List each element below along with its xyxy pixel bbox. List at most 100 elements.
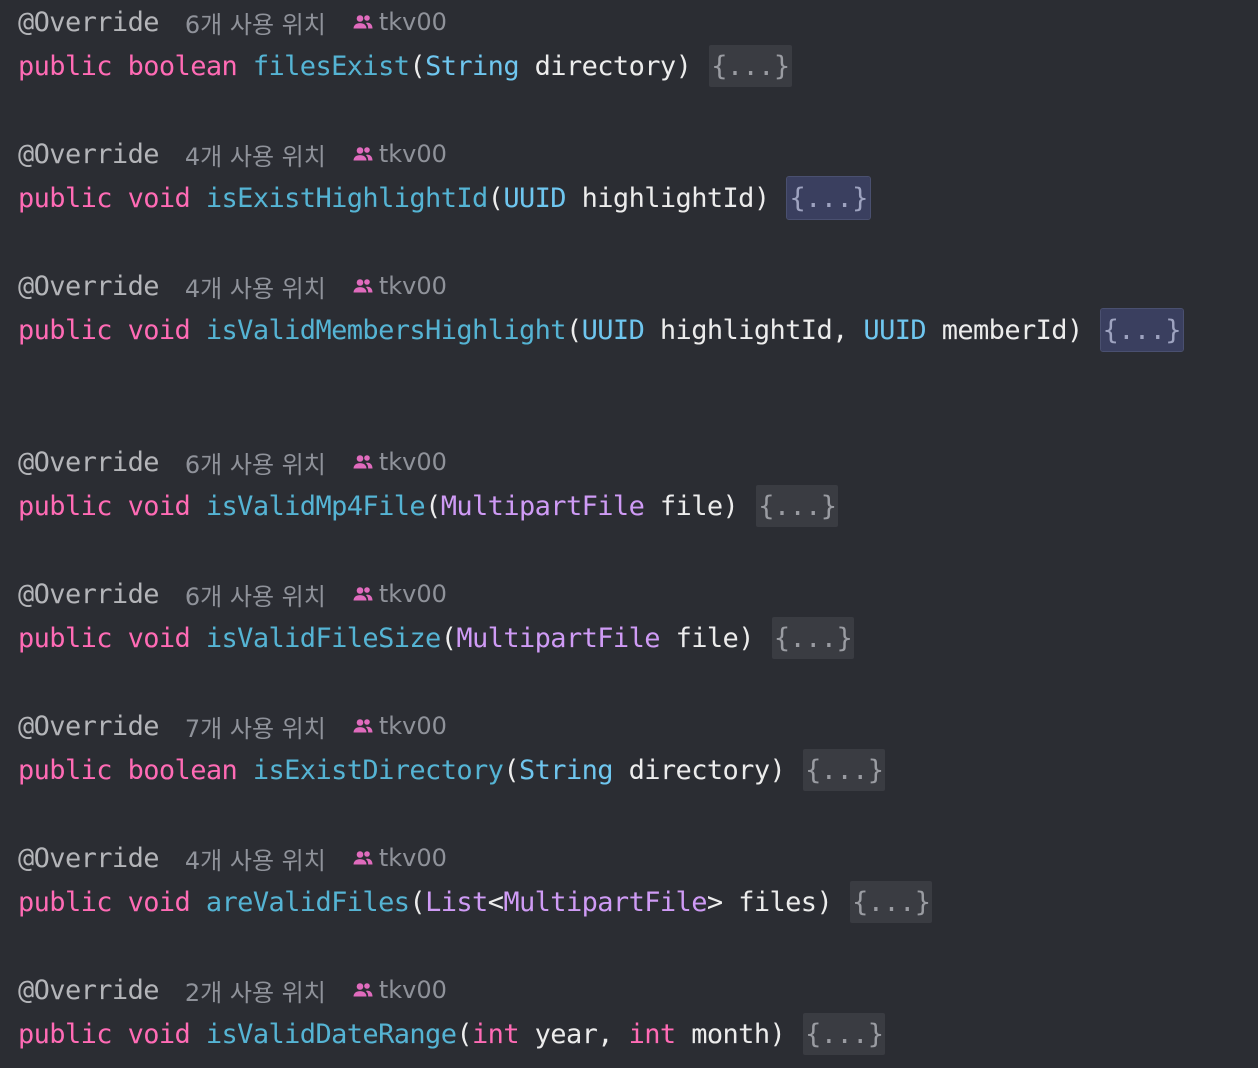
param-type: UUID	[581, 314, 645, 346]
param-separator: ,	[832, 314, 864, 346]
method-signature: public boolean filesExist(String directo…	[18, 44, 792, 88]
author-hint[interactable]: tkv00	[352, 712, 447, 740]
method-name[interactable]: isValidFileSize	[206, 623, 441, 654]
annotation-line: @Override 4개 사용 위치 tkv00	[18, 132, 447, 176]
folded-body[interactable]: {...}	[709, 45, 792, 87]
open-paren: (	[456, 1018, 473, 1050]
folded-body[interactable]: {...}	[786, 176, 871, 220]
usage-count-hint[interactable]: 2개 사용 위치	[185, 973, 326, 1008]
usage-count-hint[interactable]: 4개 사용 위치	[185, 137, 326, 172]
close-paren: )	[675, 50, 692, 82]
author-hint[interactable]: tkv00	[352, 976, 447, 1004]
param-name: highlightId	[659, 314, 833, 346]
people-icon	[352, 146, 379, 162]
folded-body[interactable]: {...}	[803, 749, 886, 791]
modifier-keyword: public	[18, 50, 113, 82]
method-signature: public void isValidMembersHighlight(UUID…	[18, 308, 1184, 352]
method-name[interactable]: isValidDateRange	[206, 1019, 457, 1050]
open-paren: (	[440, 622, 457, 654]
annotation-line: @Override 4개 사용 위치 tkv00	[18, 264, 447, 308]
param-type: int	[472, 1018, 520, 1050]
param-type: List	[425, 886, 488, 918]
method-name[interactable]: areValidFiles	[206, 887, 410, 918]
param-type: String	[425, 50, 520, 82]
folded-body[interactable]: {...}	[803, 1013, 886, 1055]
param-type: int	[628, 1018, 677, 1050]
folded-body[interactable]: {...}	[756, 485, 839, 527]
generic-open: <	[487, 886, 504, 918]
return-type: void	[127, 490, 191, 522]
author-hint[interactable]: tkv00	[352, 8, 447, 36]
annotation-line: @Override 6개 사용 위치 tkv00	[18, 0, 447, 44]
close-paren: )	[1066, 314, 1083, 346]
usage-count-hint[interactable]: 4개 사용 위치	[185, 841, 326, 876]
method-name[interactable]: isValidMembersHighlight	[206, 315, 567, 346]
author-name: tkv00	[378, 272, 447, 300]
param-name: year	[534, 1018, 598, 1050]
close-paren: )	[738, 622, 754, 654]
method-name[interactable]: filesExist	[253, 51, 410, 82]
code-editor[interactable]: @Override 6개 사용 위치 tkv00 public boolean fil…	[0, 0, 1258, 1068]
param-name: directory	[534, 50, 677, 82]
modifier-keyword: public	[18, 182, 113, 214]
author-name: tkv00	[378, 140, 447, 168]
usage-count-hint[interactable]: 4개 사용 위치	[185, 269, 326, 304]
author-hint[interactable]: tkv00	[352, 448, 447, 476]
annotation: @Override	[18, 710, 160, 742]
people-icon	[352, 454, 379, 470]
author-name: tkv00	[378, 712, 447, 740]
param-name: file	[675, 622, 739, 654]
usage-count-hint[interactable]: 6개 사용 위치	[185, 445, 326, 480]
method-signature: public void isValidMp4File(MultipartFile…	[18, 484, 839, 528]
param-name: directory	[628, 754, 771, 786]
return-type: boolean	[127, 754, 238, 786]
usage-count-hint[interactable]: 6개 사용 위치	[185, 5, 326, 40]
usage-count-hint[interactable]: 7개 사용 위치	[185, 709, 326, 744]
author-hint[interactable]: tkv00	[352, 844, 447, 872]
people-icon	[352, 850, 379, 866]
annotation-line: @Override 2개 사용 위치 tkv00	[18, 968, 447, 1012]
folded-body[interactable]: {...}	[1099, 308, 1184, 352]
modifier-keyword: public	[18, 622, 113, 654]
param-name: files	[738, 886, 817, 918]
author-name: tkv00	[378, 580, 447, 608]
method-name[interactable]: isExistDirectory	[253, 755, 504, 786]
param-name: memberId	[941, 314, 1068, 346]
annotation: @Override	[18, 974, 160, 1006]
method-name[interactable]: isExistHighlightId	[206, 183, 488, 214]
open-paren: (	[425, 490, 441, 522]
annotation-line: @Override 4개 사용 위치 tkv00	[18, 836, 447, 880]
method-signature: public boolean isExistDirectory(String d…	[18, 748, 886, 792]
author-hint[interactable]: tkv00	[352, 580, 447, 608]
usage-count-hint[interactable]: 6개 사용 위치	[185, 577, 326, 612]
folded-body[interactable]: {...}	[771, 617, 855, 659]
author-hint[interactable]: tkv00	[352, 140, 447, 168]
method-name[interactable]: isValidMp4File	[206, 491, 426, 522]
annotation: @Override	[18, 578, 160, 610]
people-icon	[352, 586, 379, 602]
author-hint[interactable]: tkv00	[352, 272, 447, 300]
open-paren: (	[409, 50, 426, 82]
method-signature: public void isExistHighlightId(UUID high…	[18, 176, 871, 220]
people-icon	[352, 982, 379, 998]
modifier-keyword: public	[18, 314, 113, 346]
modifier-keyword: public	[18, 754, 113, 786]
author-name: tkv00	[378, 976, 447, 1004]
annotation: @Override	[18, 6, 160, 38]
return-type: void	[127, 1018, 191, 1050]
close-paren: )	[769, 754, 786, 786]
folded-body[interactable]: {...}	[850, 881, 933, 923]
